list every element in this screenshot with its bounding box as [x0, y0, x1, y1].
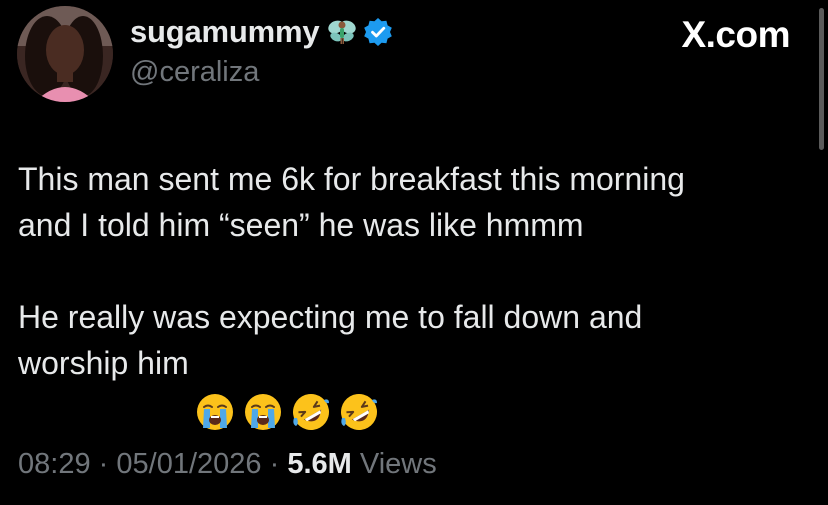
avatar[interactable]: [17, 6, 113, 102]
views-label: Views: [359, 448, 437, 480]
meta-separator: ·: [98, 448, 109, 480]
tweet-paragraph-1: This man sent me 6k for breakfast this m…: [18, 161, 685, 243]
loudly-crying-face-icon: [195, 346, 235, 430]
rolling-on-floor-laughing-icon: [339, 346, 379, 430]
display-name[interactable]: sugamummy: [130, 14, 320, 50]
tweet-paragraph-2: He really was expecting me to fall down …: [18, 294, 808, 430]
author-block: sugamummy @ceraliza: [130, 12, 393, 89]
loudly-crying-face-icon: [243, 346, 283, 430]
avatar-image: [17, 6, 113, 102]
site-label: X.com: [681, 14, 790, 55]
tweet: sugamummy @ceraliza X.com This man sent …: [0, 0, 828, 505]
rolling-on-floor-laughing-icon: [291, 346, 331, 430]
name-row: sugamummy: [130, 12, 393, 52]
tweet-meta: 08:29 · 05/01/2026 · 5.6M Views: [18, 448, 437, 481]
tweet-text: This man sent me 6k for breakfast this m…: [18, 156, 808, 430]
views-count[interactable]: 5.6M: [287, 448, 351, 480]
scrollbar[interactable]: [819, 8, 824, 150]
fairy-emoji-icon: [327, 17, 357, 47]
verified-badge-icon[interactable]: [363, 17, 393, 47]
tweet-date[interactable]: 05/01/2026: [116, 448, 261, 480]
meta-separator: ·: [269, 448, 280, 480]
handle[interactable]: @ceraliza: [130, 56, 393, 89]
tweet-time[interactable]: 08:29: [18, 448, 91, 480]
emoji-row: [195, 346, 379, 430]
